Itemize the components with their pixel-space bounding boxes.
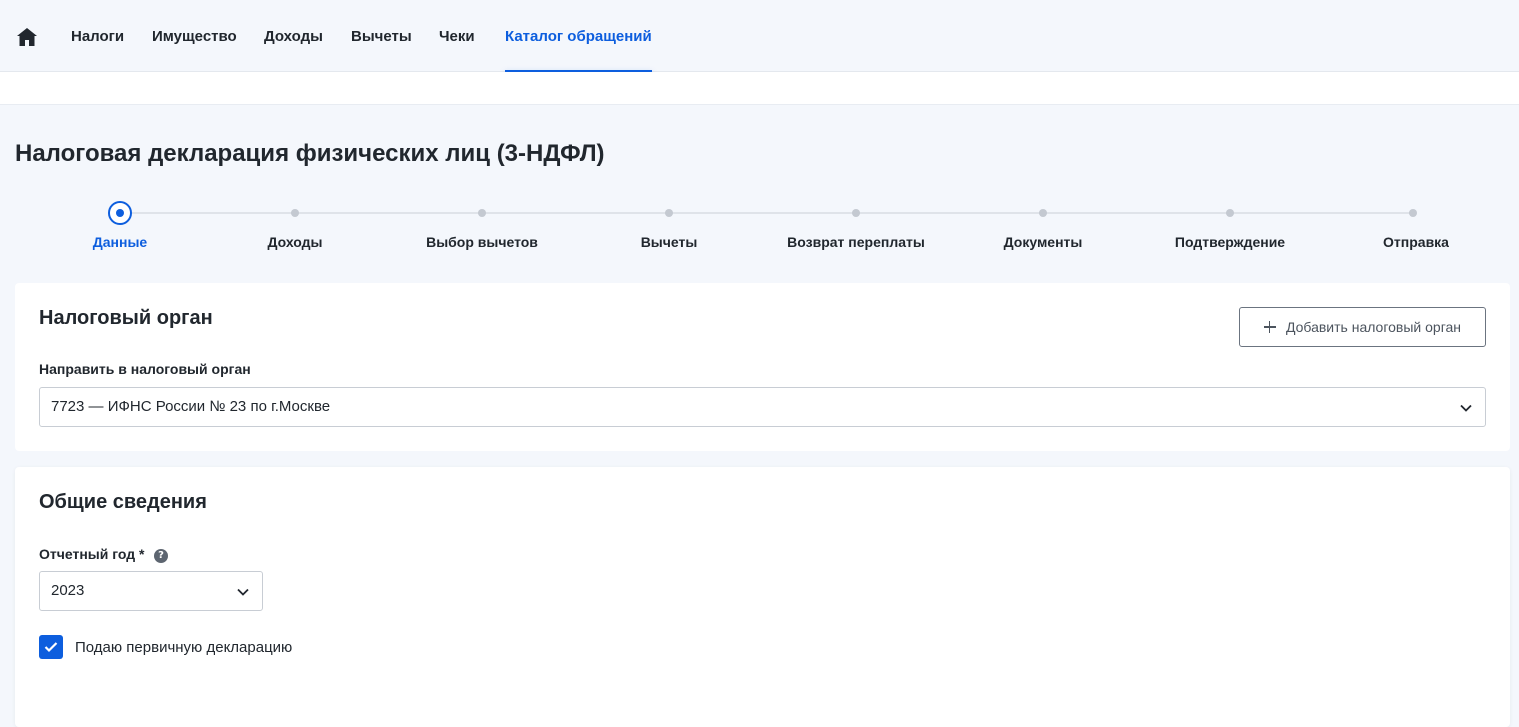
tax-authority-selected-value: 7723 — ИФНС России № 23 по г.Москве [51, 398, 331, 415]
tax-authority-card: Налоговый орган Добавить налоговый орган… [15, 283, 1510, 451]
chevron-down-icon [1460, 404, 1472, 412]
nav-item-taxes[interactable]: Налоги [71, 0, 124, 72]
progress-stepper: Данные Доходы Выбор вычетов Вычеты Возвр… [0, 196, 1519, 260]
add-tax-authority-button[interactable]: Добавить налоговый орган [1239, 307, 1486, 347]
checkmark-icon [44, 642, 58, 653]
plus-icon [1263, 321, 1276, 333]
sub-bar [0, 72, 1519, 105]
step-dot-deduction-choice[interactable] [478, 209, 486, 217]
step-label-sending[interactable]: Отправка [1383, 234, 1449, 250]
nav-item-appeals-catalog[interactable]: Каталог обращений [505, 0, 652, 72]
reporting-year-label: Отчетный год * [39, 546, 145, 562]
step-label-data[interactable]: Данные [93, 234, 147, 250]
help-icon[interactable]: ? [154, 549, 168, 563]
home-icon[interactable] [16, 26, 38, 48]
nav-item-property[interactable]: Имущество [152, 0, 237, 72]
nav-item-income[interactable]: Доходы [264, 0, 323, 72]
step-label-deductions[interactable]: Вычеты [641, 234, 698, 250]
step-label-deduction-choice[interactable]: Выбор вычетов [426, 234, 538, 250]
step-dot-documents[interactable] [1039, 209, 1047, 217]
primary-declaration-checkbox[interactable] [39, 635, 63, 659]
step-label-income[interactable]: Доходы [268, 234, 323, 250]
step-dot-sending[interactable] [1409, 209, 1417, 217]
step-dot-confirmation[interactable] [1226, 209, 1234, 217]
reporting-year-value: 2023 [51, 582, 85, 599]
step-dot-deductions[interactable] [665, 209, 673, 217]
tax-authority-field-label: Направить в налоговый орган [39, 361, 251, 377]
step-label-refund[interactable]: Возврат переплаты [787, 234, 925, 250]
step-dot-refund[interactable] [852, 209, 860, 217]
stepper-line [120, 212, 1413, 214]
chevron-down-icon [237, 588, 249, 596]
step-dot-data[interactable] [108, 201, 132, 225]
step-label-confirmation[interactable]: Подтверждение [1175, 234, 1285, 250]
tax-authority-select[interactable]: 7723 — ИФНС России № 23 по г.Москве [39, 387, 1486, 427]
step-label-documents[interactable]: Документы [1004, 234, 1083, 250]
step-dot-income[interactable] [291, 209, 299, 217]
primary-declaration-label[interactable]: Подаю первичную декларацию [75, 639, 292, 656]
add-tax-authority-label: Добавить налоговый орган [1285, 319, 1462, 335]
page-title: Налоговая декларация физических лиц (3-Н… [15, 140, 605, 167]
nav-item-receipts[interactable]: Чеки [439, 0, 475, 72]
reporting-year-select[interactable]: 2023 [39, 571, 263, 611]
general-info-card: Общие сведения Отчетный год * ? 2023 Под… [15, 467, 1510, 727]
general-info-title: Общие сведения [39, 491, 207, 513]
tax-authority-title: Налоговый орган [39, 307, 213, 329]
nav-item-deductions[interactable]: Вычеты [351, 0, 412, 72]
top-navigation: Налоги Имущество Доходы Вычеты Чеки Ката… [0, 0, 1519, 72]
